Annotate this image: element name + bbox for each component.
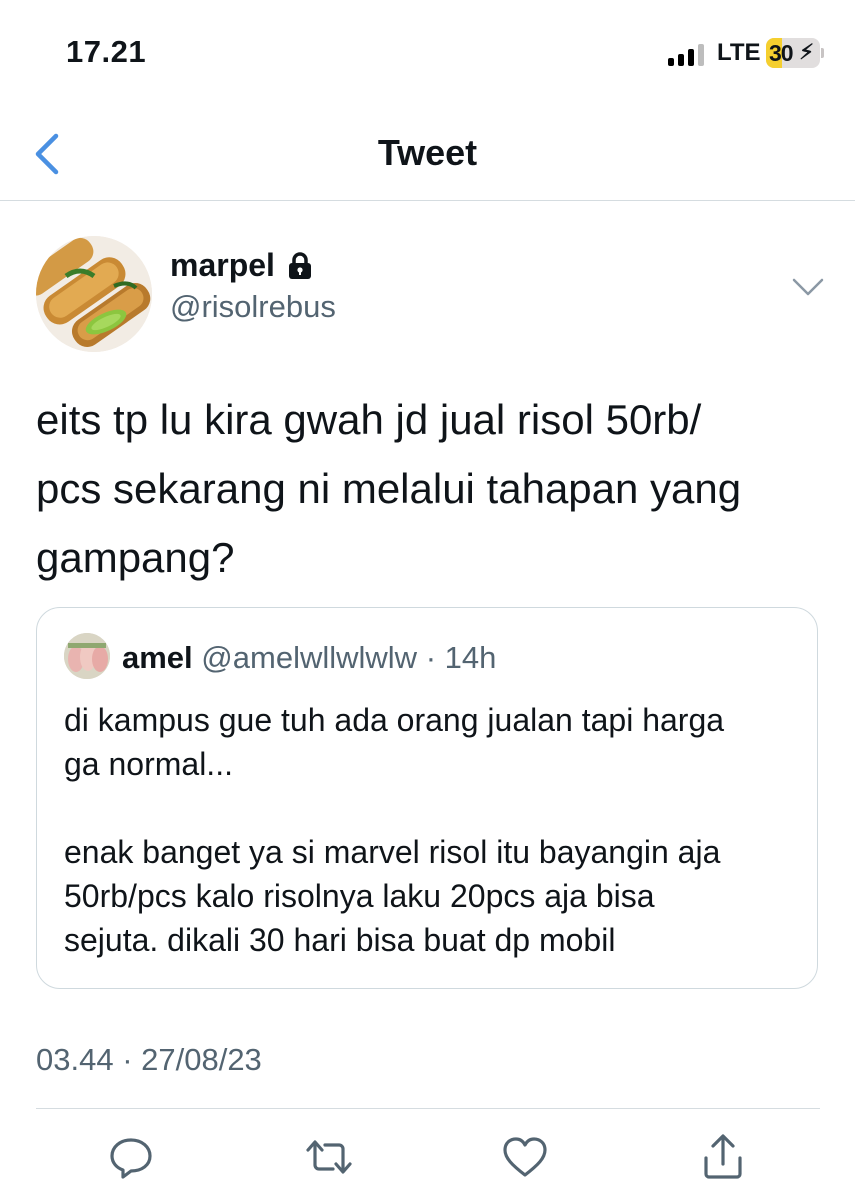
quoted-author-name: amel [122,640,193,675]
lock-icon [288,251,311,279]
retweet-button[interactable] [304,1132,354,1182]
share-icon [704,1134,742,1179]
quoted-text: di kampus gue tuh ada orang jualan tapi … [64,702,725,958]
author-avatar[interactable] [36,236,152,352]
footer-divider [36,1108,820,1109]
author-handle[interactable]: @risolrebus [170,289,336,325]
more-options-button[interactable] [788,270,828,304]
quoted-author-handle: @amelwllwlwlw [201,640,418,675]
tweet-text: eits tp lu kira gwah jd jual risol 50rb/… [36,396,742,581]
header-divider [0,200,855,201]
reply-button[interactable] [106,1132,156,1182]
quoted-author-avatar [64,633,110,679]
quoted-age: 14h [444,640,497,675]
author-name: marpel [170,247,275,283]
quoted-avatar-image [64,633,110,679]
share-button[interactable] [698,1132,748,1182]
chevron-down-icon [792,278,824,296]
quoted-separator: · [425,640,437,675]
status-time: 17.21 [66,34,147,69]
quoted-header: amel @amelwllwlwlw · 14h [122,640,496,676]
risol-photo-image [36,236,152,352]
like-button[interactable] [500,1132,550,1182]
battery-nub [821,48,824,58]
network-type: LTE [717,39,761,66]
retweet-icon [306,1140,352,1174]
charging-bolt-icon: ⚡︎ [799,41,814,64]
signal-strength-icon [668,44,704,66]
battery-percent: 30 [769,40,794,66]
reply-icon [110,1138,152,1179]
author-name-row: marpel [170,247,315,284]
like-icon [503,1137,547,1177]
tweet-timestamp[interactable]: 03.44 · 27/08/23 [36,1042,262,1078]
battery-icon: 30 ⚡︎ [766,38,820,68]
page-title: Tweet [377,132,478,173]
